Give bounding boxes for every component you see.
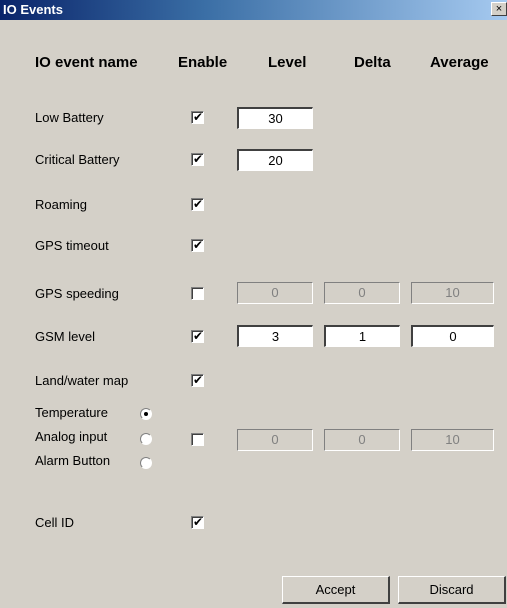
low-battery-level-input[interactable]: 30 <box>237 107 313 129</box>
gsm-level-enable-checkbox[interactable]: ✔ <box>191 329 204 343</box>
low-battery-enable-checkbox[interactable]: ✔ <box>191 110 204 124</box>
header-average: Average <box>430 54 489 71</box>
header-delta: Delta <box>354 54 391 71</box>
critical-battery-label: Critical Battery <box>35 152 120 167</box>
land-water-map-label: Land/water map <box>35 373 129 388</box>
analog-enable-checkbox[interactable] <box>191 433 204 446</box>
gps-timeout-enable-checkbox[interactable]: ✔ <box>191 238 204 252</box>
checkmark-icon: ✔ <box>193 238 204 252</box>
discard-button[interactable]: Discard <box>398 576 506 604</box>
close-button[interactable]: × <box>491 2 507 16</box>
roaming-label: Roaming <box>35 197 88 212</box>
alarm-button-label: Alarm Button <box>35 453 111 468</box>
gps-speeding-label: GPS speeding <box>35 286 119 301</box>
title-bar[interactable]: IO Events × <box>0 0 507 20</box>
gps-speeding-average-input[interactable]: 10 <box>411 282 494 304</box>
radio-selected-dot-icon <box>144 412 148 416</box>
checkmark-icon: ✔ <box>193 373 204 387</box>
close-icon: × <box>495 3 503 15</box>
critical-battery-enable-checkbox[interactable]: ✔ <box>191 152 204 166</box>
header-level: Level <box>268 54 307 71</box>
gps-speeding-level-input[interactable]: 0 <box>237 282 313 304</box>
temperature-label: Temperature <box>35 405 108 420</box>
cell-id-enable-checkbox[interactable]: ✔ <box>191 515 204 529</box>
critical-battery-level-input[interactable]: 20 <box>237 149 313 171</box>
roaming-enable-checkbox[interactable]: ✔ <box>191 197 204 211</box>
cell-id-label: Cell ID <box>35 515 75 530</box>
checkmark-icon: ✔ <box>193 329 204 343</box>
low-battery-label: Low Battery <box>35 110 104 125</box>
analog-average-input[interactable]: 10 <box>411 429 494 451</box>
window-title: IO Events <box>3 2 63 17</box>
land-water-map-enable-checkbox[interactable]: ✔ <box>191 373 204 387</box>
checkmark-icon: ✔ <box>193 515 204 529</box>
gsm-level-average-input[interactable]: 0 <box>411 325 494 347</box>
alarm-button-radio[interactable] <box>140 457 152 469</box>
checkmark-icon: ✔ <box>193 152 204 166</box>
analog-input-label: Analog input <box>35 429 108 444</box>
analog-delta-input[interactable]: 0 <box>324 429 400 451</box>
gsm-level-label: GSM level <box>35 329 95 344</box>
gps-speeding-enable-checkbox[interactable] <box>191 287 204 300</box>
gps-timeout-label: GPS timeout <box>35 238 109 253</box>
header-enable: Enable <box>178 54 228 71</box>
gsm-level-delta-input[interactable]: 1 <box>324 325 400 347</box>
analog-level-input[interactable]: 0 <box>237 429 313 451</box>
analog-input-radio[interactable] <box>140 433 152 445</box>
header-io-event-name: IO event name <box>35 54 138 71</box>
gps-speeding-delta-input[interactable]: 0 <box>324 282 400 304</box>
io-events-dialog: IO Events × IO event name Enable Level D… <box>0 0 507 608</box>
checkmark-icon: ✔ <box>193 110 204 124</box>
accept-button[interactable]: Accept <box>282 576 390 604</box>
checkmark-icon: ✔ <box>193 197 204 211</box>
gsm-level-level-input[interactable]: 3 <box>237 325 313 347</box>
temperature-radio[interactable] <box>140 408 152 420</box>
